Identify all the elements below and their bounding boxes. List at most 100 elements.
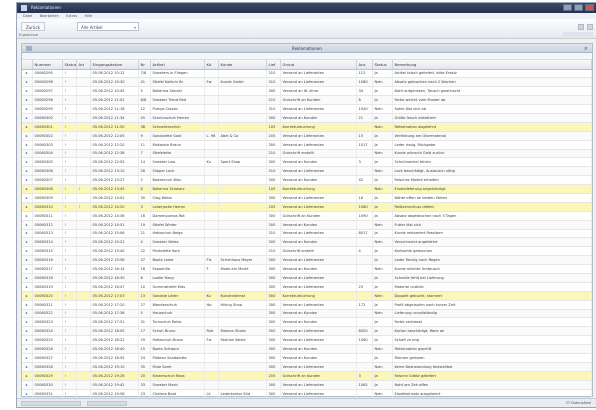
cell-customer (218, 166, 267, 177)
table-row[interactable]: ▸ 00060321! 05.06.2012 17:20 27 Wanderschuh H… (22, 300, 592, 310)
column-header-status[interactable]: Status (62, 60, 77, 70)
column-header-customer-code[interactable]: Kd (204, 60, 219, 70)
cell-count: 1080 (356, 77, 373, 88)
close-icon[interactable]: × (584, 45, 588, 54)
table-row[interactable]: ▸ 00060296! 05.06.2012 10:30 41 Stiefel Kath… (22, 77, 592, 88)
back-button[interactable]: Zurück (21, 22, 45, 31)
cell-reason: Versand an Lieferanten (280, 193, 357, 203)
filter-row[interactable] (22, 53, 592, 60)
settings-icon[interactable] (587, 24, 593, 30)
table-row[interactable]: ▸ 00060328! 05.06.2012 19:10 35 Mule Samt 300… (22, 362, 592, 372)
table-row[interactable]: ▸ 00060318! 05.06.2012 16:30 6 Loafer Navy 30… (22, 273, 592, 283)
cell-customer: Hiking Shop (218, 300, 267, 310)
table-row[interactable]: ▸ 00060303! 05.06.2012 12:20 11 Mokassin Bra… (22, 140, 592, 150)
row-marker-icon: ▸ (22, 264, 33, 274)
table-row[interactable]: ▸ 00060305! 05.06.2012 12:55 14 Sneaker Low K… (22, 157, 592, 168)
table-row[interactable]: ▸ 00060308!! 05.06.2012 13:45 8 Ballerina Sc… (22, 184, 592, 194)
table-row[interactable]: ▸ 00060311! 05.06.2012 14:36 16 Damenpumps R… (22, 211, 592, 221)
cell-remark: Profil abgelaufen nach kurzer Zeit (392, 300, 592, 310)
cell-date: 05.06.2012 16:14 (90, 264, 139, 274)
cell-remark: Kunde wünscht Geld zurück (392, 149, 592, 159)
table-row[interactable]: ▸ 00060320! 05.06.2012 17:03 13 Sandale Lede… (22, 291, 592, 301)
table-row[interactable]: ▸ 00060302! 05.06.2012 12:05 9 Sandalette Go… (22, 131, 592, 141)
cell-date: 05.06.2012 14:51 (90, 220, 139, 230)
cell-customer (218, 211, 267, 221)
cell-count (356, 184, 373, 194)
table-row[interactable]: ▸ 00060299! 05.06.2012 11:18 12 Pumps Classi… (22, 104, 592, 114)
maximize-button[interactable] (574, 4, 583, 11)
table-row[interactable]: ▸ 00060329! 05.06.2012 19:26 20 Kinderschuh … (22, 371, 592, 381)
table-row[interactable]: ▸ 00060310!! 05.06.2012 14:20 3 Lederjacke H… (22, 202, 592, 212)
table-row[interactable]: ▸ 00060322! 05.06.2012 17:36 5 Hausschuh 300 V… (22, 309, 592, 319)
cell-article: Sneakers in Fliegen (150, 69, 205, 79)
cell-customer-code (204, 362, 219, 372)
row-marker-icon: ▸ (22, 362, 33, 372)
menu-item-edit[interactable]: Bearbeiten (40, 14, 59, 18)
refresh-icon[interactable] (578, 24, 584, 30)
cell-supplier: 300 (266, 300, 281, 310)
table-row[interactable]: ▸ 00060312! 05.06.2012 14:51 19 Stiefel Wint… (22, 220, 592, 230)
table-row[interactable]: ▸ 00060325! 05.06.2012 18:22 29 Halbschuh Br… (22, 335, 592, 346)
column-header-date[interactable]: Eingangsdatum (90, 60, 139, 70)
column-header-supplier[interactable]: Lief (266, 60, 281, 70)
cell-customer (218, 220, 267, 230)
row-marker-icon: ▸ (22, 273, 33, 283)
cell-state: Ja (372, 95, 393, 106)
column-header-article[interactable]: Artikel (150, 60, 205, 70)
column-header-select[interactable] (22, 60, 33, 70)
column-header-nr[interactable]: Nr (138, 60, 151, 70)
table-row[interactable]: ▸ 00060313! 05.06.2012 15:06 21 Halbschuh Be… (22, 229, 592, 239)
column-header-state[interactable]: Status (372, 60, 393, 70)
cell-type (76, 389, 91, 399)
column-header-number[interactable]: Nummer (32, 60, 63, 70)
cell-count: 1060 (356, 335, 373, 346)
table-row[interactable]: ▸ 00060326! 05.06.2012 18:40 15 Boots Schwar… (22, 344, 592, 354)
column-header-reason[interactable]: Grund (280, 60, 357, 70)
table-row[interactable]: ▸ 00060307! 05.06.2012 13:27 2 Badeschuh Bla… (22, 175, 592, 186)
table-row[interactable]: ▸ 00060297! 05.06.2012 10:45 5 Ballerina San… (22, 86, 592, 97)
cell-date: 05.06.2012 14:02 (90, 193, 139, 203)
cell-article: Sandale Leder (150, 291, 205, 301)
table-row[interactable]: ▸ 00060304! 05.06.2012 12:38 7 Stiefelette 21… (22, 149, 592, 159)
table-row[interactable]: ▸ 00060314! 05.06.2012 15:22 4 Sneaker Weiss… (22, 237, 592, 248)
row-marker-icon: ▸ (22, 335, 33, 346)
table-row[interactable]: ▸ 00060300! 05.06.2012 11:34 45 Schnürschuh … (22, 113, 592, 123)
cell-nr: 41 (138, 77, 151, 88)
table-row[interactable]: ▸ 00060306! 05.06.2012 13:10 26 Slipper Lack… (22, 166, 592, 177)
table-row[interactable]: ▸ 00060317! 05.06.2012 16:14 18 Espadrille F M… (22, 264, 592, 274)
cell-reason: Versand an Lieferanten (280, 326, 357, 337)
pin-icon[interactable] (26, 46, 32, 51)
cell-state: Nein (372, 362, 393, 372)
column-header-count[interactable]: Anz (356, 60, 373, 70)
menu-item-help[interactable]: Hilfe (84, 14, 92, 18)
table-row[interactable]: ▸ 00060331! 05.06.2012 19:58 23 Chelsea Boot… (22, 389, 592, 399)
menu-item-extras[interactable]: Extras (66, 14, 77, 18)
filter-select[interactable]: Alle Artikel ▾ (77, 22, 139, 31)
table-row[interactable]: ▸ 00060298! 05.06.2012 11:02 6/8 Sneaker Tre… (22, 95, 592, 106)
cell-supplier: 105 (266, 122, 281, 132)
minimize-button[interactable] (563, 4, 572, 11)
table-row[interactable]: ▸ 00060315! 05.06.2012 15:40 22 Pantolette K… (22, 246, 592, 257)
cell-nr: 27 (138, 300, 151, 310)
column-header-customer[interactable]: Kunde (218, 60, 267, 70)
table-row[interactable]: ▸ 00060309! 05.06.2012 14:02 30 Clog Weiss 30… (22, 193, 592, 203)
table-row[interactable]: ▸ 00060330! 05.06.2012 19:42 33 Sneaker Mesh… (22, 380, 592, 390)
row-marker-icon: ▸ (22, 86, 33, 97)
table-row[interactable]: ▸ 00060323! 05.06.2012 17:51 31 Turnschuh Re… (22, 317, 592, 328)
search-input[interactable] (563, 32, 593, 37)
cell-nr: 17 (138, 326, 151, 337)
menu-item-file[interactable]: Datei (23, 14, 32, 18)
column-header-type[interactable]: Art (76, 60, 91, 70)
column-header-remark[interactable]: Bemerkung (392, 60, 592, 70)
cell-supplier: 300 (266, 309, 281, 319)
cell-reason: Gutschrift an Kunden (280, 211, 357, 221)
table-row[interactable]: ▸ 00060301! 05.06.2012 11:50 38 Schnallensch… (22, 122, 592, 132)
table-row[interactable]: ▸ 00060316! 05.06.2012 15:58 37 Boots Leder F… (22, 255, 592, 266)
table-row[interactable]: ▸ 00060319! 05.06.2012 16:47 10 Gummistiefel… (22, 282, 592, 292)
close-button[interactable] (585, 4, 594, 11)
table-row[interactable]: ▸ 00060327! 05.06.2012 18:55 24 Plateau Sand… (22, 353, 592, 363)
table-row[interactable]: ▸ 00060324! 05.06.2012 18:05 17 Schuh Bruno R… (22, 326, 592, 337)
cell-date: 05.06.2012 17:20 (90, 300, 139, 310)
cell-article: Boots Leder (150, 255, 205, 266)
table-row[interactable]: ▸ 00060295! 05.06.2012 10:12 7/8 Sneakers in… (22, 69, 592, 79)
